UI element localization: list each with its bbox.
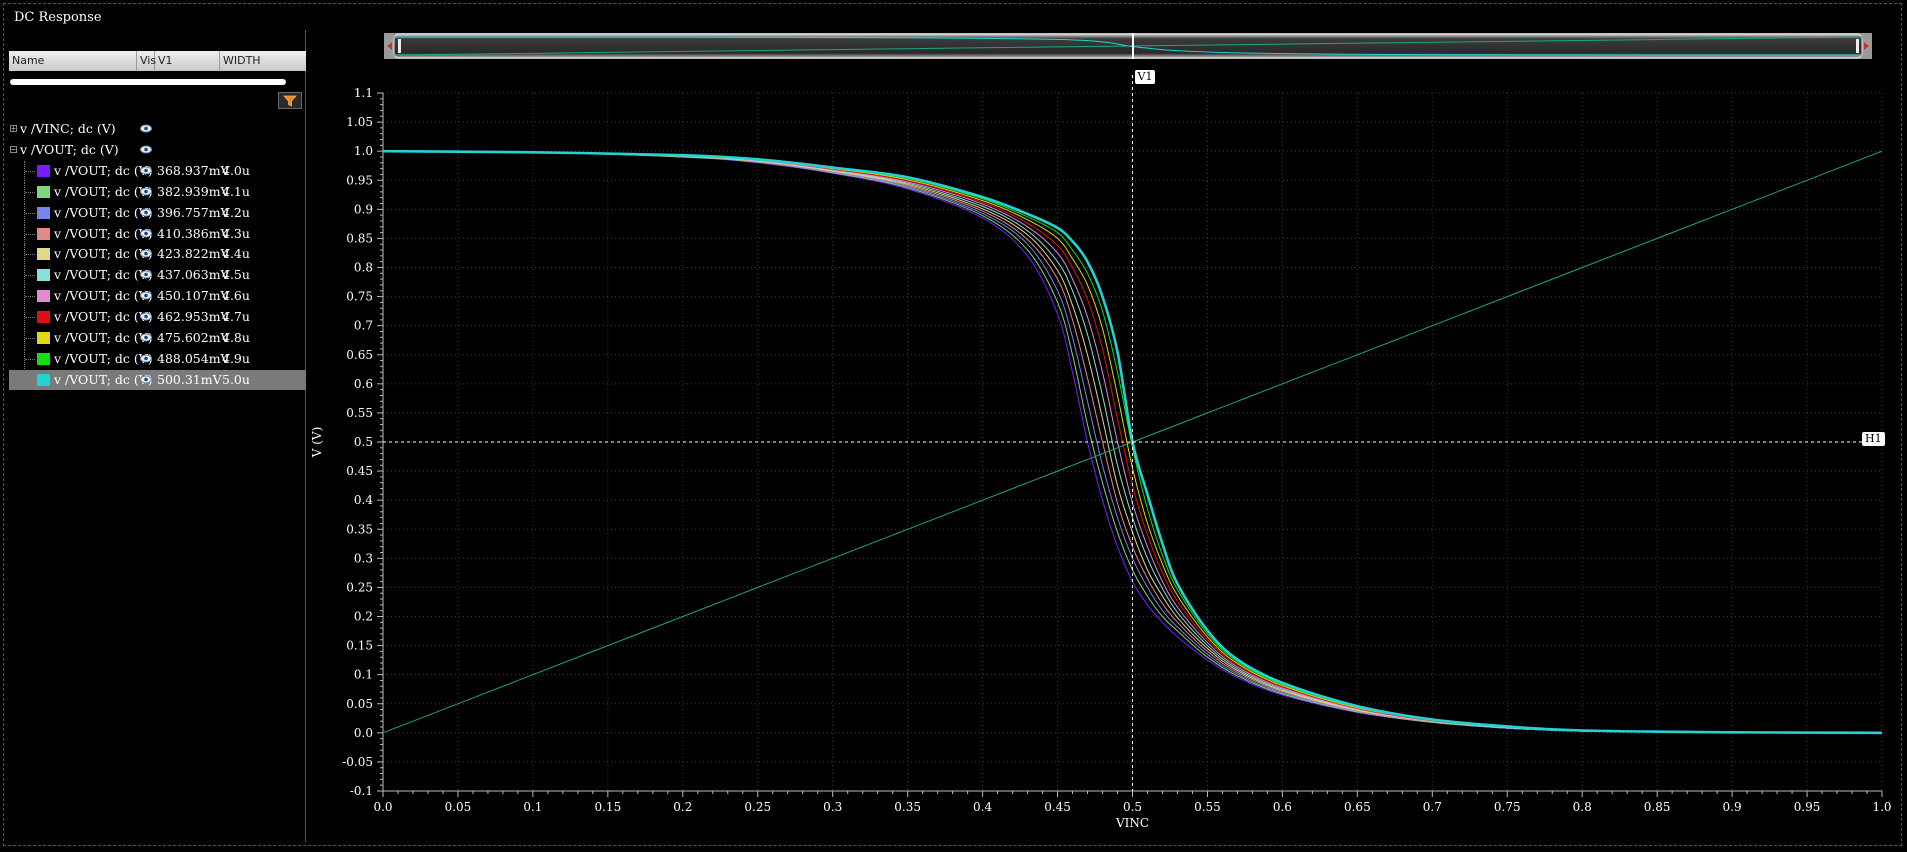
x-tick-label: 0.75 <box>1494 800 1521 814</box>
x-tick-label: 0.3 <box>823 800 842 814</box>
y-tick-label: 0.8 <box>354 261 373 275</box>
x-tick-label: 0.5 <box>1123 800 1142 814</box>
y-tick-label: 0.35 <box>346 522 373 536</box>
y-tick-label: 0.05 <box>346 697 373 711</box>
x-tick-label: 0.95 <box>1794 800 1821 814</box>
y-tick-label: 1.1 <box>354 86 373 100</box>
y-tick-label: 0.95 <box>346 173 373 187</box>
y-tick-label: 0.65 <box>346 348 373 362</box>
y-tick-label: 0.7 <box>354 319 373 333</box>
y-tick-label: 0.6 <box>354 377 373 391</box>
x-tick-label: 0.15 <box>594 800 621 814</box>
y-tick-label: 0.45 <box>346 464 373 478</box>
y-tick-label: 0.5 <box>354 435 373 449</box>
x-tick-label: 0.55 <box>1194 800 1221 814</box>
y-tick-label: 1.05 <box>346 115 373 129</box>
y-tick-label: -0.05 <box>342 755 373 769</box>
x-tick-label: 1.0 <box>1872 800 1891 814</box>
x-tick-label: 0.2 <box>673 800 692 814</box>
x-tick-label: 0.25 <box>744 800 771 814</box>
y-tick-label: 0.9 <box>354 202 373 216</box>
x-tick-label: 0.05 <box>445 800 472 814</box>
y-tick-label: -0.1 <box>350 784 373 798</box>
x-tick-label: 0.4 <box>973 800 992 814</box>
y-tick-label: 0.0 <box>354 726 373 740</box>
x-tick-label: 0.45 <box>1044 800 1071 814</box>
dc-response-window: DC Response Name Vis V1 WIDTH + v /VINC; … <box>0 0 1907 852</box>
marker-h1-label[interactable]: H1 <box>1862 432 1885 446</box>
y-tick-label: 1.0 <box>354 144 373 158</box>
x-tick-label: 0.8 <box>1573 800 1592 814</box>
y-tick-label: 0.75 <box>346 290 373 304</box>
x-tick-label: 0.6 <box>1273 800 1292 814</box>
x-tick-label: 0.1 <box>523 800 542 814</box>
x-tick-label: 0.7 <box>1423 800 1442 814</box>
y-axis-title: V (V) <box>310 427 324 459</box>
y-tick-label: 0.3 <box>354 551 373 565</box>
x-tick-label: 0.35 <box>894 800 921 814</box>
x-tick-label: 0.85 <box>1644 800 1671 814</box>
x-tick-label: 0.65 <box>1344 800 1371 814</box>
y-tick-label: 0.2 <box>354 610 373 624</box>
x-axis-title: VINC <box>1115 816 1149 830</box>
y-tick-label: 0.1 <box>354 668 373 682</box>
y-tick-label: 0.15 <box>346 639 373 653</box>
y-tick-label: 0.4 <box>354 493 373 507</box>
y-tick-label: 0.55 <box>346 406 373 420</box>
y-tick-label: 0.85 <box>346 231 373 245</box>
x-tick-label: 0.0 <box>373 800 392 814</box>
y-tick-label: 0.25 <box>346 580 373 594</box>
marker-v1-label[interactable]: V1 <box>1134 70 1156 84</box>
x-tick-label: 0.9 <box>1723 800 1742 814</box>
plot-area[interactable]: 0.0 0.05 0.1 0.15 0.2 0.25 0.3 0.35 0.4 0.45 0.5 0.… <box>0 0 1907 852</box>
